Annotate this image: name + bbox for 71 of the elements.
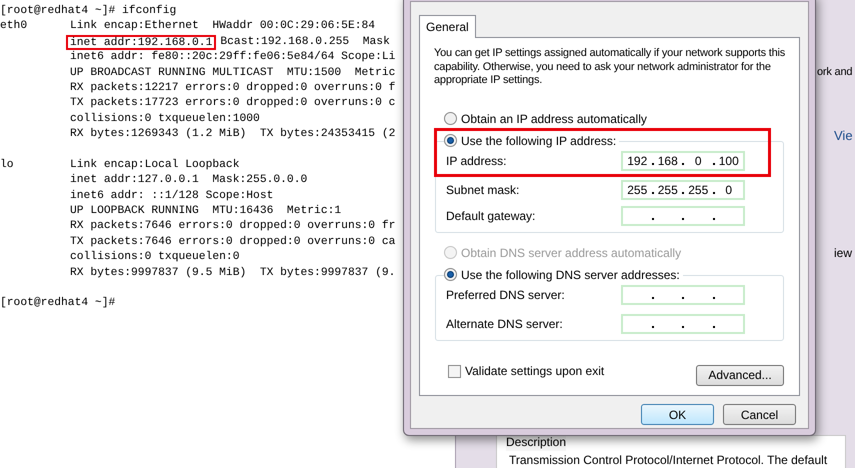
output-line: TX packets:17723 errors:0 dropped:0 overruns:0 c: [70, 96, 396, 112]
octet-value: 255: [687, 182, 710, 198]
dot-separator-icon: [712, 326, 714, 328]
field-label: IP address:: [446, 152, 508, 170]
radio-option[interactable]: Use the following IP address:: [444, 134, 620, 148]
dot-separator-icon: [652, 326, 654, 328]
dot-separator-icon: [712, 296, 714, 298]
field-label: Default gateway:: [446, 208, 536, 224]
output-line: RX bytes:1269343 (1.2 MiB) TX bytes:24353415 (2: [70, 127, 396, 142]
dot-separator-icon: [652, 296, 654, 298]
dialog-button[interactable]: OK: [641, 404, 714, 425]
output-line: inet6 addr: ::1/128 Scope:Host: [70, 188, 274, 204]
output-line: inet addr:127.0.0.1 Mask:255.0.0.0: [70, 173, 308, 188]
output-line: UP BROADCAST RUNNING MULTICAST MTU:1500 Metric: [70, 66, 396, 81]
output-line: RX bytes:9997837 (9.5 MiB) TX bytes:9997837 (9.: [70, 266, 396, 281]
output-line: inet6 addr: fe80::20c:29ff:fe06:5e84/64 Scope:Li: [70, 50, 396, 66]
ip-address-field[interactable]: [621, 284, 745, 304]
dialog-button[interactable]: Cancel: [723, 404, 796, 425]
dot-separator-icon: [652, 162, 654, 164]
octet-value: 0: [694, 152, 703, 168]
checkbox-option[interactable]: Validate settings upon exit: [448, 362, 604, 380]
tab[interactable]: General: [419, 15, 476, 38]
advanced-button[interactable]: Advanced...: [696, 364, 784, 386]
dot-separator-icon: [652, 192, 654, 194]
output-line: collisions:0 txqueuelen:0: [70, 250, 240, 266]
field-label: Alternate DNS server:: [446, 316, 564, 332]
output-line: RX packets:12217 errors:0 dropped:0 overruns:0 f: [70, 80, 396, 96]
window-text: iew: [834, 245, 852, 262]
output-line: Bcast:192.168.0.255 Mask: [220, 34, 390, 50]
output-line: Link encap:Local Loopback: [70, 158, 240, 173]
command-prompt: [root@redhat4 ~]# ifconfig: [0, 4, 176, 19]
output-line: TX packets:7646 errors:0 dropped:0 overruns:0 ca: [70, 234, 396, 250]
field-label: Subnet mask:: [446, 182, 520, 198]
dot-separator-icon: [712, 218, 714, 220]
ip-address-field[interactable]: 192 168 0 100: [621, 150, 745, 170]
output-line: collisions:0 txqueuelen:1000: [70, 112, 260, 127]
output-line: Link encap:Ethernet HWaddr 00:0C:29:06:5E:84: [70, 19, 376, 34]
octet-value: 255: [656, 182, 679, 198]
dot-separator-icon: [682, 296, 684, 298]
ip-address-field[interactable]: 255 255 255 0: [621, 180, 745, 200]
dot-separator-icon: [652, 218, 654, 220]
octet-value: 255: [626, 182, 648, 198]
octet-value: 192: [626, 152, 648, 168]
highlighted-output: inet addr:192.168.0.1: [66, 34, 216, 50]
octet-value: 0: [724, 182, 734, 198]
radio-button[interactable]: [444, 112, 457, 125]
dot-separator-icon: [682, 218, 684, 220]
dot-separator-icon: [712, 192, 714, 194]
command-prompt: [root@redhat4 ~]#: [0, 296, 116, 312]
window-text: ork and: [817, 66, 852, 78]
radio-button[interactable]: [444, 134, 457, 147]
dot-separator-icon: [682, 192, 684, 194]
output-line: UP LOOPBACK RUNNING MTU:16436 Metric:1: [70, 204, 342, 220]
checkbox[interactable]: [448, 364, 461, 378]
ip-address-field[interactable]: [621, 314, 745, 334]
interface-name: lo: [0, 158, 15, 173]
interface-name: eth0: [0, 19, 28, 34]
octet-value: 100: [718, 152, 740, 168]
ip-address-field[interactable]: [621, 206, 745, 226]
intro-text: You can get IP settings assigned automatically if your network supports this capability. Otherwise, you need to ask your network administrator for the appropriate IP settings.: [434, 47, 786, 88]
octet-value: 168: [656, 152, 679, 168]
description-text: Transmission Control Protocol/Internet Protocol. The default: [509, 452, 828, 468]
output-line: RX packets:7646 errors:0 dropped:0 overruns:0 fr: [70, 219, 396, 234]
field-label: Preferred DNS server:: [446, 286, 566, 304]
dot-separator-icon: [682, 162, 684, 164]
window-text: Vie: [834, 127, 853, 145]
dot-separator-icon: [682, 326, 684, 328]
radio-option[interactable]: Use the following DNS server addresses:: [444, 268, 683, 282]
dot-separator-icon: [712, 162, 714, 164]
radio-option[interactable]: Obtain an IP address automatically: [444, 112, 647, 126]
radio-button[interactable]: [444, 268, 457, 281]
